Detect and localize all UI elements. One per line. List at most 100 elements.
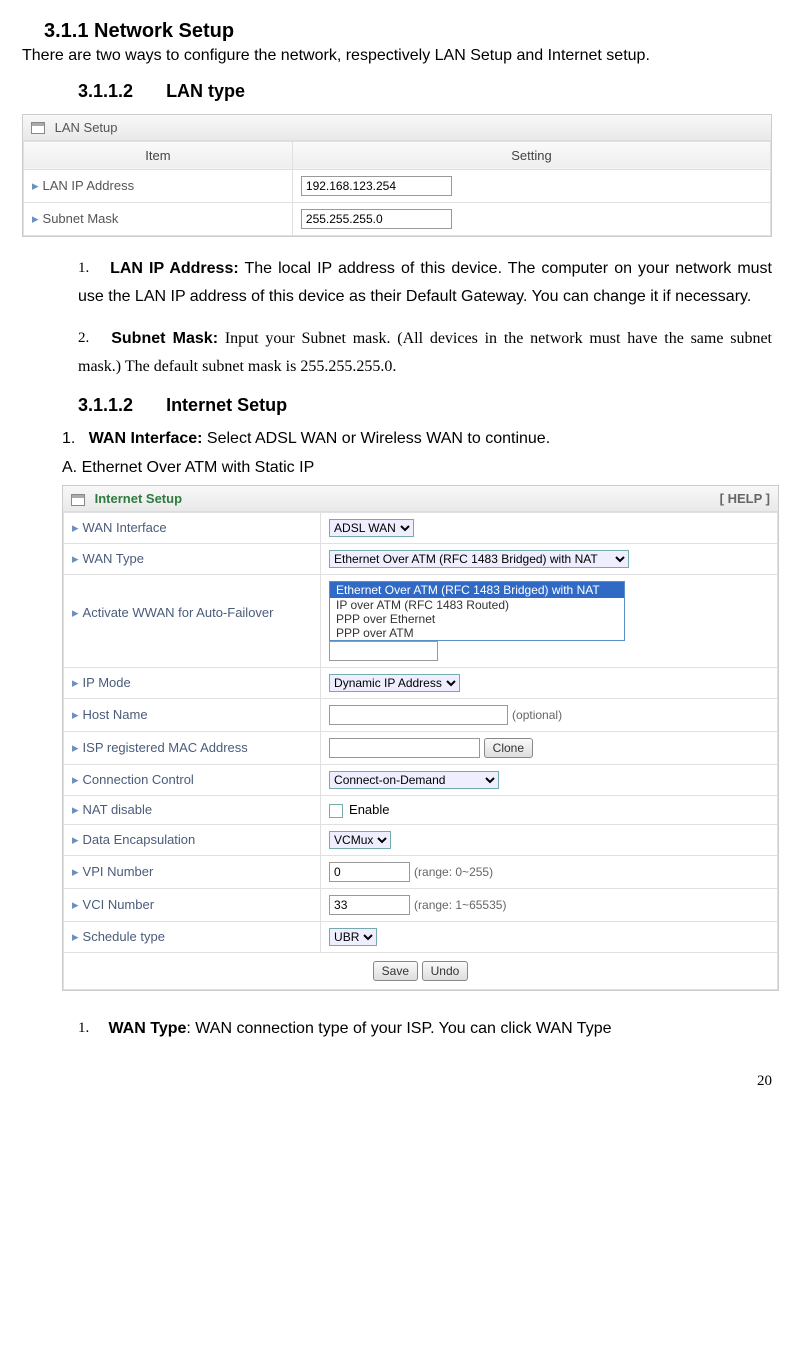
row-vpi: ▸VPI Number (range: 0~255) bbox=[64, 856, 778, 889]
lan-panel-title: LAN Setup bbox=[55, 120, 118, 135]
ipmode-label: IP Mode bbox=[83, 675, 131, 690]
lan-row-ip: ▸LAN IP Address bbox=[24, 169, 771, 202]
page-number: 20 bbox=[22, 1073, 772, 1090]
host-label: Host Name bbox=[83, 707, 148, 722]
window-icon bbox=[31, 122, 45, 134]
wwan-extra-input[interactable] bbox=[329, 641, 438, 661]
bullet-num: 1. bbox=[62, 430, 75, 447]
dropdown-selected[interactable]: Ethernet Over ATM (RFC 1483 Bridged) wit… bbox=[330, 582, 624, 598]
lan-row-mask: ▸ Subnet Mask bbox=[24, 202, 771, 235]
trailing-bullets: 1. WAN Type: WAN connection type of your… bbox=[78, 1015, 772, 1043]
internet-heading-num: 3.1.1.2 bbox=[78, 395, 133, 416]
bullet-body: Select ADSL WAN or Wireless WAN to conti… bbox=[202, 430, 550, 447]
row-schedule: ▸ Schedule type UBR bbox=[64, 922, 778, 953]
row-connection-control: ▸ Connection Control Connect-on-Demand bbox=[64, 765, 778, 796]
window-icon bbox=[71, 494, 85, 506]
row-wwan-failover: ▸ Activate WWAN for Auto-Failover Etherne… bbox=[64, 575, 778, 668]
arrow-icon: ▸ bbox=[32, 211, 39, 226]
arrow-icon: ▸ bbox=[72, 772, 79, 787]
encap-select[interactable]: VCMux bbox=[329, 831, 391, 849]
vci-input[interactable] bbox=[329, 895, 410, 915]
row-vci: ▸VCI Number (range: 1~65535) bbox=[64, 889, 778, 922]
internet-bullets: 1. WAN Interface: Select ADSL WAN or Wir… bbox=[62, 428, 772, 450]
lan-setup-panel: LAN Setup Item Setting ▸LAN IP Address ▸… bbox=[22, 114, 772, 237]
vci-label: VCI Number bbox=[83, 897, 155, 912]
internet-panel-titlebar: Internet Setup [ HELP ] bbox=[63, 486, 778, 512]
internet-bullet-1: 1. WAN Interface: Select ADSL WAN or Wir… bbox=[62, 428, 772, 450]
lan-header-row: Item Setting bbox=[24, 141, 771, 169]
lan-ip-input[interactable] bbox=[301, 176, 452, 196]
lan-heading-num: 3.1.1.2 bbox=[78, 81, 133, 102]
internet-setup-panel: Internet Setup [ HELP ] ▸ WAN Interface A… bbox=[62, 485, 779, 991]
arrow-icon: ▸ bbox=[72, 675, 79, 690]
bullet-num: 1. bbox=[78, 1015, 104, 1041]
wan-if-label: WAN Interface bbox=[83, 520, 167, 535]
vpi-input[interactable] bbox=[329, 862, 410, 882]
lan-mask-label-cell: ▸ Subnet Mask bbox=[24, 202, 293, 235]
lan-ip-label-cell: ▸LAN IP Address bbox=[24, 169, 293, 202]
lan-heading-title: LAN type bbox=[166, 81, 245, 101]
help-link[interactable]: [ HELP ] bbox=[720, 491, 770, 506]
vpi-label: VPI Number bbox=[83, 864, 154, 879]
sched-label: Schedule type bbox=[83, 929, 165, 944]
lan-mask-input[interactable] bbox=[301, 209, 452, 229]
arrow-icon: ▸ bbox=[72, 605, 79, 620]
arrow-icon: ▸ bbox=[72, 740, 79, 755]
internet-subheading: 3.1.1.2 Internet Setup bbox=[78, 395, 772, 416]
wan-type-select[interactable]: Ethernet Over ATM (RFC 1483 Bridged) wit… bbox=[329, 550, 629, 568]
wan-type-dropdown-open[interactable]: Ethernet Over ATM (RFC 1483 Bridged) wit… bbox=[329, 581, 625, 641]
row-host-name: ▸Host Name (optional) bbox=[64, 699, 778, 732]
arrow-icon: ▸ bbox=[72, 929, 79, 944]
bullet-strong: LAN IP Address: bbox=[110, 260, 239, 277]
clone-button[interactable]: Clone bbox=[484, 738, 533, 758]
row-nat-disable: ▸ NAT disable Enable bbox=[64, 796, 778, 825]
section-heading: 3.1.1 Network Setup bbox=[44, 20, 772, 43]
bullet-strong: WAN Interface: bbox=[89, 430, 203, 447]
wan-type-label: WAN Type bbox=[83, 551, 144, 566]
nat-checkbox[interactable] bbox=[329, 804, 343, 818]
row-footer: Save Undo bbox=[64, 953, 778, 990]
lan-bullet-1: 1. LAN IP Address: The local IP address … bbox=[78, 255, 772, 311]
save-button[interactable]: Save bbox=[373, 961, 418, 981]
col-setting-header: Setting bbox=[292, 141, 770, 169]
dropdown-option[interactable]: PPP over ATM bbox=[330, 625, 420, 641]
wan-if-select[interactable]: ADSL WAN bbox=[329, 519, 414, 537]
nat-label: NAT disable bbox=[83, 802, 153, 817]
row-wan-type: ▸ WAN Type Ethernet Over ATM (RFC 1483 Br… bbox=[64, 544, 778, 575]
mac-input[interactable] bbox=[329, 738, 480, 758]
lan-panel-titlebar: LAN Setup bbox=[23, 115, 771, 141]
trailing-bullet-1: 1. WAN Type: WAN connection type of your… bbox=[78, 1015, 772, 1043]
arrow-icon: ▸ bbox=[72, 707, 79, 722]
col-item-header: Item bbox=[24, 141, 293, 169]
nat-enable-label: Enable bbox=[349, 802, 389, 817]
lan-ip-setting-cell bbox=[292, 169, 770, 202]
row-data-encap: ▸Data Encapsulation VCMux bbox=[64, 825, 778, 856]
bullet-num: 2. bbox=[78, 325, 104, 351]
wwan-label: Activate WWAN for Auto-Failover bbox=[83, 605, 274, 620]
conn-select[interactable]: Connect-on-Demand bbox=[329, 771, 499, 789]
lan-mask-label: Subnet Mask bbox=[43, 211, 119, 226]
bullet-body: : WAN connection type of your ISP. You c… bbox=[186, 1020, 611, 1037]
host-input[interactable] bbox=[329, 705, 508, 725]
sched-select[interactable]: UBR bbox=[329, 928, 377, 946]
arrow-icon: ▸ bbox=[32, 178, 39, 193]
conn-label: Connection Control bbox=[83, 772, 194, 787]
section-title: Network Setup bbox=[94, 20, 234, 42]
bullet-text: Subnet Mask: Input your Subnet mask. (Al… bbox=[78, 330, 772, 375]
undo-button[interactable]: Undo bbox=[422, 961, 469, 981]
bullet-text: WAN Type: WAN connection type of your IS… bbox=[108, 1020, 611, 1037]
mac-label: ISP registered MAC Address bbox=[83, 740, 248, 755]
arrow-icon: ▸ bbox=[72, 864, 79, 879]
bullet-strong: Subnet Mask: bbox=[111, 330, 218, 347]
lan-table: Item Setting ▸LAN IP Address ▸ Subnet Mas… bbox=[23, 141, 771, 236]
arrow-icon: ▸ bbox=[72, 802, 79, 817]
bullet-text: LAN IP Address: The local IP address of … bbox=[78, 260, 772, 305]
internet-table: ▸ WAN Interface ADSL WAN ▸ WAN Type Ethern… bbox=[63, 512, 778, 990]
ipmode-select[interactable]: Dynamic IP Address bbox=[329, 674, 460, 692]
lan-bullet-2: 2. Subnet Mask: Input your Subnet mask. … bbox=[78, 325, 772, 381]
internet-heading-title: Internet Setup bbox=[166, 395, 287, 415]
arrow-icon: ▸ bbox=[72, 897, 79, 912]
arrow-icon: ▸ bbox=[72, 551, 79, 566]
row-isp-mac: ▸ ISP registered MAC Address Clone bbox=[64, 732, 778, 765]
encap-label: Data Encapsulation bbox=[83, 832, 196, 847]
